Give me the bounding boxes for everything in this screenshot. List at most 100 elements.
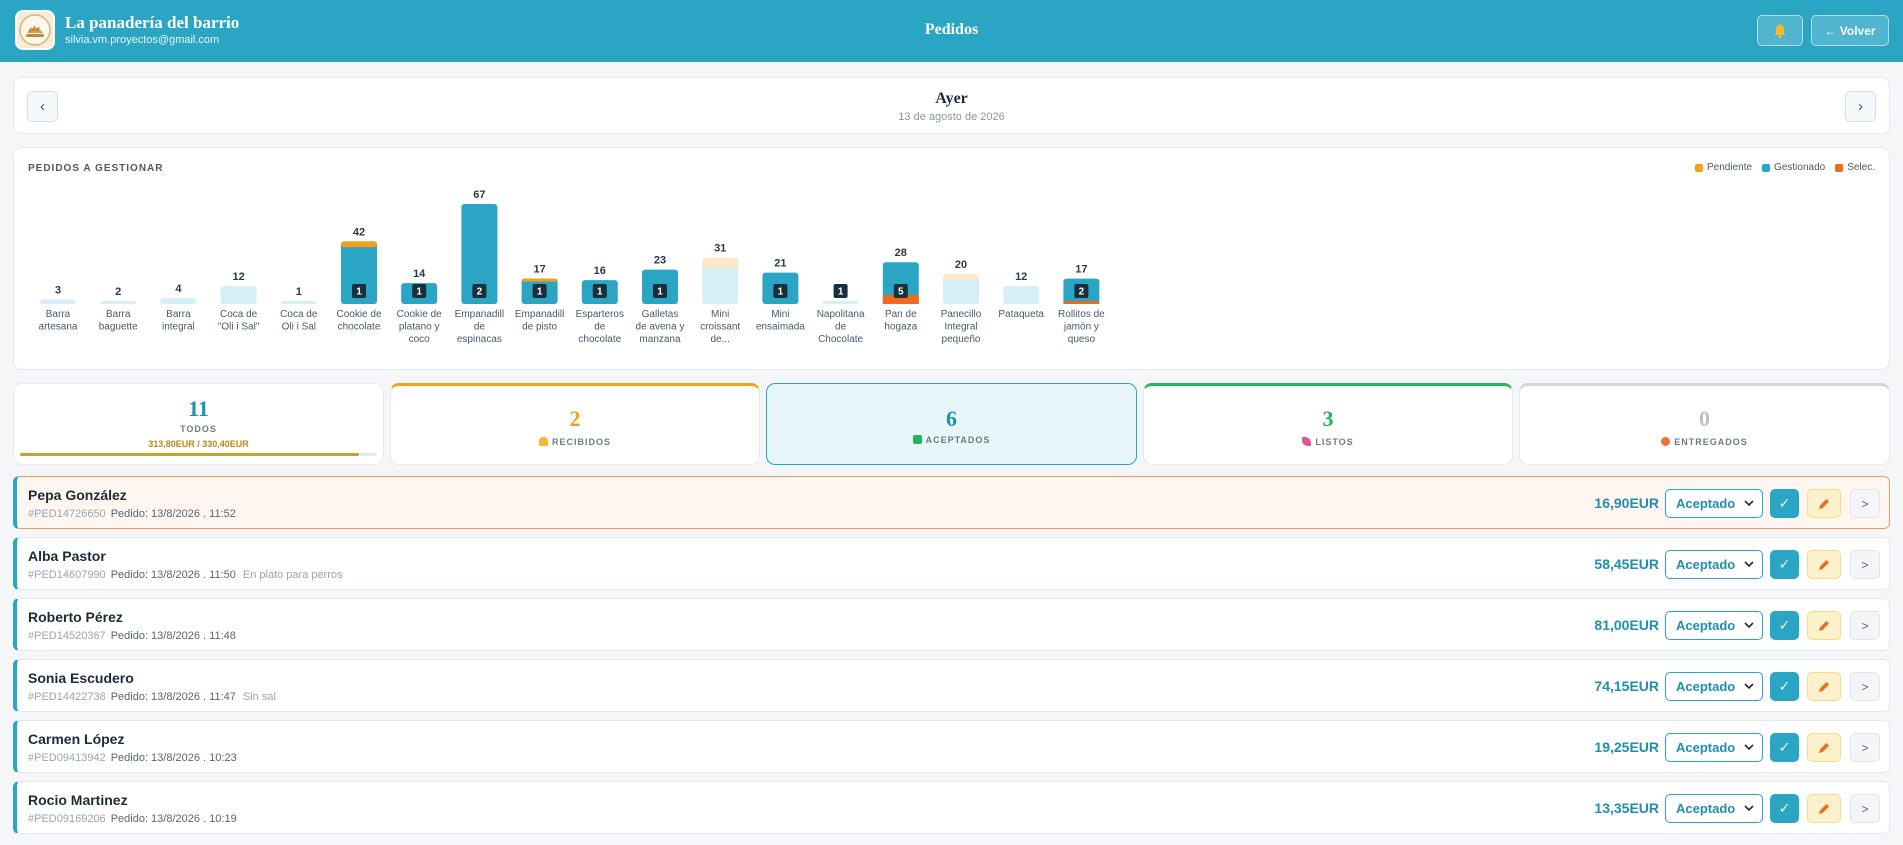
edit-button[interactable] [1807,550,1841,579]
pencil-icon [1819,803,1829,814]
category-label: Pan de [885,309,917,320]
category-label: queso [1068,334,1096,345]
order-date: Pedido: 13/8/2026 . 11:52 [110,508,236,520]
category-label: Pataqueta [998,309,1044,320]
order-code: #PED09169206 [28,813,106,825]
category-label: artesana [39,322,78,333]
page-title: Pedidos [924,21,979,38]
stat-accepted-count: 6 [946,406,957,431]
confirm-button[interactable]: ✓ [1770,733,1799,762]
top-bar: La panadería del barrio silvia.vm.proyec… [0,0,1903,62]
category-label: manzana [639,334,681,345]
order-status-value: Aceptado [1676,557,1736,572]
stat-ready[interactable]: 3 LISTOS [1143,383,1513,465]
category-label: "Oli i Sal" [218,322,260,333]
category-label: de [474,322,486,333]
stat-received-label: RECIBIDOS [551,437,611,447]
edit-button[interactable] [1807,672,1841,701]
order-code: #PED14607990 [28,569,106,581]
edit-button[interactable] [1807,489,1841,518]
order-status-select[interactable]: Aceptado [1665,611,1763,640]
category-label: Barra [106,309,131,320]
stat-ready-caption: LISTOS [1144,437,1512,447]
edit-button[interactable] [1807,611,1841,640]
bar-total-label: 1 [296,286,302,298]
open-order-button[interactable]: > [1850,794,1880,823]
confirm-button[interactable]: ✓ [1770,489,1799,518]
stat-delivered[interactable]: 0 ENTREGADOS [1519,383,1890,465]
order-row[interactable]: Pepa González #PED14726650 Pedido: 13/8/20… [13,476,1890,529]
category-label: de [835,322,847,333]
order-date: Pedido: 13/8/2026 . 10:23 [110,752,237,764]
stat-accepted-label: ACEPTADOS [925,435,991,445]
chevron-down-icon [1744,805,1754,812]
stat-all-count: 11 [188,396,209,421]
chart-bar [1003,286,1040,304]
order-status-select[interactable]: Aceptado [1665,672,1763,701]
order-row[interactable]: Carmen López #PED09413942 Pedido: 13/8/202… [13,720,1890,773]
chart-bar-pending [702,257,739,269]
order-status-value: Aceptado [1676,740,1736,755]
notifications-button[interactable] [1757,15,1803,46]
category-label: hogaza [884,322,917,333]
selected-count-label: 2 [477,287,483,298]
edit-button[interactable] [1807,794,1841,823]
category-label: Mini [771,309,789,320]
stat-received-count: 2 [569,406,581,431]
date-navigator: ‹ Ayer 13 de agosto de 2026 › [13,77,1890,134]
order-meta: #PED09413942 Pedido: 13/8/2026 . 10:23 [28,752,237,764]
confirm-button[interactable]: ✓ [1770,550,1799,579]
stat-delivered-count: 0 [1699,406,1710,431]
category-label: pequeño [942,334,981,345]
open-order-button[interactable]: > [1850,550,1880,579]
order-date: Pedido: 13/8/2026 . 11:50 [110,569,236,581]
category-label: Barra [166,309,191,320]
open-order-button[interactable]: > [1850,611,1880,640]
category-label: jamón y [1063,322,1099,333]
order-meta: #PED14607990 Pedido: 13/8/2026 . 11:50 En … [28,569,343,581]
chart-bar [100,301,137,304]
open-order-button[interactable]: > [1850,672,1880,701]
back-button[interactable]: ← Volver [1811,15,1889,46]
customer-name: Rocio Martinez [28,792,128,808]
category-label: Empanadill [515,309,564,320]
confirm-button[interactable]: ✓ [1770,672,1799,701]
order-row[interactable]: Rocio Martinez #PED09169206 Pedido: 13/8/2… [13,781,1890,834]
order-status-select[interactable]: Aceptado [1665,550,1763,579]
open-order-button[interactable]: > [1850,489,1880,518]
pencil-icon [1819,620,1829,631]
category-label: de [594,322,606,333]
order-status-select[interactable]: Aceptado [1665,489,1763,518]
category-label: Oli i Sal [282,322,316,333]
confirm-button[interactable]: ✓ [1770,611,1799,640]
stat-all[interactable]: 11 TODOS 313,80EUR / 330,40EUR [13,383,384,465]
order-status-select[interactable]: Aceptado [1665,794,1763,823]
chevron-right-icon: > [1861,557,1869,572]
selected-count-label: 1 [356,287,362,298]
selected-count-label: 1 [838,287,844,298]
chevron-right-icon: > [1861,740,1869,755]
stat-ready-label: LISTOS [1315,437,1354,447]
order-amount: 13,35EUR [1594,800,1659,816]
order-row[interactable]: Roberto Pérez #PED14520367 Pedido: 13/8/20… [13,598,1890,651]
confirm-button[interactable]: ✓ [1770,794,1799,823]
selected-count-label: 1 [657,287,663,298]
customer-name: Alba Pastor [28,548,106,564]
category-label: Cookie de [397,309,442,320]
order-status-select[interactable]: Aceptado [1665,733,1763,762]
order-status-value: Aceptado [1676,801,1736,816]
order-status-value: Aceptado [1676,496,1736,511]
next-day-button[interactable]: › [1845,91,1876,122]
open-order-button[interactable]: > [1850,733,1880,762]
order-row[interactable]: Alba Pastor #PED14607990 Pedido: 13/8/2026… [13,537,1890,590]
selected-count-label: 2 [1079,287,1085,298]
category-label: de avena y [636,322,685,333]
selected-count-label: 1 [597,287,603,298]
edit-button[interactable] [1807,733,1841,762]
bar-total-label: 12 [1015,271,1027,283]
legend-selected: Selec. [1835,162,1875,173]
order-row[interactable]: Sonia Escudero #PED14422738 Pedido: 13/8/2… [13,659,1890,712]
stat-accepted[interactable]: 6 ACEPTADOS [766,383,1137,465]
stat-received[interactable]: 2 RECIBIDOS [390,383,760,465]
legend-pending: Pendiente [1695,162,1752,173]
